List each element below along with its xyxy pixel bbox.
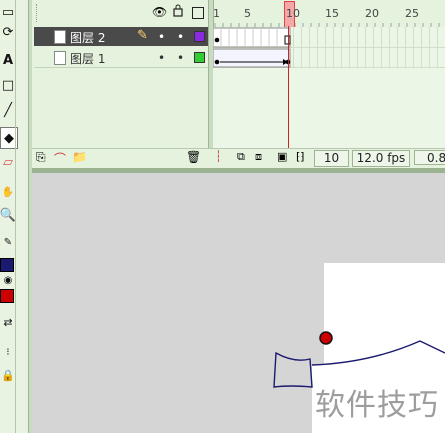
ruler-number: 5	[244, 7, 251, 20]
swap-colors-icon[interactable]: ⇄	[0, 312, 16, 332]
ruler-number: 10	[286, 7, 300, 20]
add-folder-icon[interactable]: 📁	[72, 150, 87, 164]
frames-grid[interactable]	[213, 27, 445, 148]
ruler-number: 25	[405, 7, 419, 20]
ruler-ticks	[214, 23, 440, 27]
lock-dot[interactable]: •	[177, 30, 184, 44]
layer-outline-color[interactable]	[194, 52, 205, 63]
ruler-number: 20	[365, 7, 379, 20]
lock-dot[interactable]: •	[177, 51, 184, 65]
playhead-line	[288, 26, 289, 148]
edit-multiple-frames-icon[interactable]: ▣	[277, 150, 287, 163]
elapsed-time-display: 0.8	[414, 150, 445, 165]
stroke-label-icon: ✎	[3, 236, 13, 248]
layer-page-icon	[54, 30, 66, 44]
add-guide-layer-icon[interactable]: ⌒	[54, 150, 66, 167]
onion-markers-icon[interactable]: ⁅⁆	[296, 150, 305, 163]
layer-row-1[interactable]: 图层 1 • •	[34, 48, 208, 68]
ruler-number: 15	[325, 7, 339, 20]
lasso-tool-icon[interactable]: ⟳	[0, 22, 16, 42]
fill-color-swatch[interactable]	[0, 289, 14, 303]
options-label-icon: ⁝	[6, 346, 10, 358]
rectangle-tool-icon[interactable]: □	[0, 75, 16, 95]
visibility-dot[interactable]: •	[158, 30, 165, 44]
layer-name: 图层 1	[70, 52, 106, 66]
pencil-icon: ✎	[137, 28, 148, 43]
text-tool-icon[interactable]: A	[0, 50, 16, 70]
lock-icon[interactable]	[173, 4, 183, 17]
current-frame-display: 10	[314, 150, 349, 167]
visibility-dot[interactable]: •	[158, 51, 165, 65]
layer-page-icon	[54, 51, 66, 65]
lock-fill-icon[interactable]: 🔒	[0, 365, 16, 385]
frame-ruler[interactable]: 1 5 10 15 20 25	[213, 0, 445, 27]
trash-icon[interactable]: 🗑	[186, 150, 201, 164]
brush-tool-icon[interactable]: ╱	[0, 100, 16, 120]
eye-icon[interactable]: 👁	[152, 5, 167, 19]
zoom-tool-icon[interactable]: 🔍	[0, 205, 16, 225]
watermark-text: 软件技巧	[315, 388, 439, 423]
layer-name: 图层 2	[70, 31, 106, 45]
layer-outline-color[interactable]	[194, 31, 205, 42]
outline-icon[interactable]	[192, 7, 204, 19]
onion-outline-icon[interactable]: ⧈	[255, 150, 262, 164]
grip-handle[interactable]	[36, 4, 40, 22]
onion-skin-icon[interactable]: ⧉	[237, 150, 245, 164]
frame-cells	[213, 27, 445, 68]
add-layer-icon[interactable]: ⎘	[36, 150, 46, 165]
hand-tool-icon[interactable]: ✋	[0, 182, 16, 202]
layer-row-2[interactable]: 图层 2 ✎ • •	[34, 27, 208, 46]
subselect-tool-icon[interactable]: ▭	[0, 2, 16, 22]
ruler-number: 1	[213, 7, 220, 20]
frame-rate-display[interactable]: 12.0 fps	[352, 150, 410, 167]
tools-separator	[15, 0, 16, 433]
eraser-tool-icon[interactable]: ▱	[0, 152, 16, 172]
center-frame-icon[interactable]: ┆	[215, 150, 222, 163]
fill-label-icon: ◉	[3, 274, 13, 286]
